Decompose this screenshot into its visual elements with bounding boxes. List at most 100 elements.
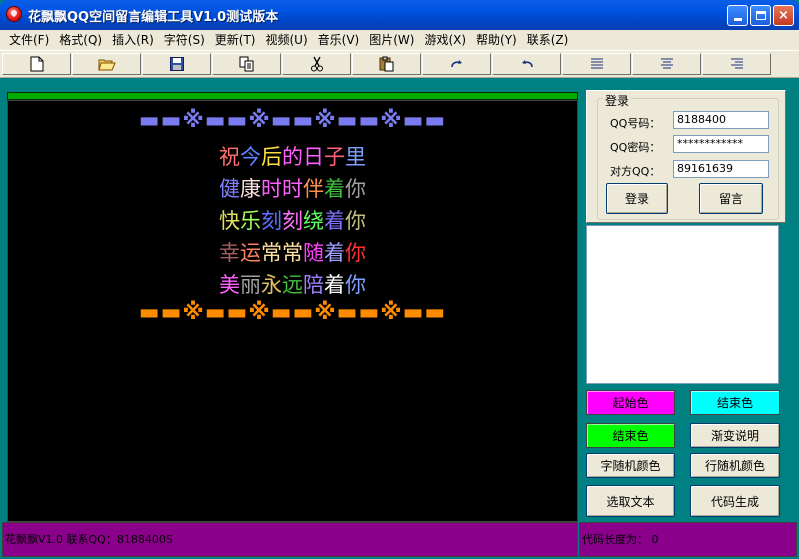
poem-char: 丽 [240,273,261,297]
minimize-icon [733,18,742,21]
poem-char: 的 [282,145,303,169]
code-length-text: 代码长度为： 0 [582,533,659,546]
line-random-color-button[interactable]: 行随机颜色 [690,453,780,478]
paste-button[interactable] [352,53,421,75]
poem-char: 伴 [303,177,324,201]
poem-line-2: 健康时时伴着你 [8,173,577,203]
new-file-button[interactable] [2,53,71,75]
qq-number-input[interactable]: 8188400 [673,111,769,129]
poem-char: 你 [345,241,366,265]
menu-chars[interactable]: 字符(S) [159,30,210,50]
char-random-color-button[interactable]: 字随机颜色 [586,453,675,478]
qq-number-label: QQ号码： [610,117,661,130]
close-icon: × [778,8,789,23]
leave-message-button[interactable]: 留言 [699,183,763,214]
menu-update[interactable]: 更新(T) [210,30,261,50]
poem-char: 随 [303,241,324,265]
redo-icon [450,60,462,68]
copy-button[interactable] [212,53,281,75]
app-icon[interactable] [6,6,22,22]
status-bar-left: 花飘飘V1.0 联系QQ：8188400S [2,522,578,557]
undo-button[interactable] [492,53,561,75]
align-right-button[interactable] [702,53,771,75]
poem-char: 康 [240,177,261,201]
poem-char: 时 [261,177,282,201]
poem-line-4: 幸运常常随着你 [8,237,577,267]
poem-char: 你 [345,273,366,297]
poem-char: 你 [345,209,366,233]
menu-bar: 文件(F) 格式(Q) 插入(R) 字符(S) 更新(T) 视频(U) 音乐(V… [0,30,799,50]
align-left-icon [590,58,603,69]
poem-char: 祝 [219,145,240,169]
menu-help[interactable]: 帮助(Y) [471,30,522,50]
menu-file[interactable]: 文件(F) [4,30,54,50]
poem-char: 常 [261,241,282,265]
close-button[interactable]: × [773,5,794,26]
menu-game[interactable]: 游戏(X) [419,30,471,50]
menu-video[interactable]: 视频(U) [260,30,312,50]
poem-char: 绕 [303,209,324,233]
toolbar [0,50,799,78]
poem-line-3: 快乐刻刻绕着你 [8,205,577,235]
align-center-button[interactable] [632,53,701,75]
window-title: 花飘飘QQ空间留言编辑工具V1.0测试版本 [28,10,279,25]
poem-char: 陪 [303,273,324,297]
maximize-button[interactable] [750,5,771,26]
end-color-cyan-button[interactable]: 结束色 [690,390,780,415]
main-area: ▬▬※▬▬※▬▬※▬▬※▬▬ 祝今后的日子里 健康时时伴着你 快乐刻刻绕着你 幸… [0,79,799,559]
generate-code-button[interactable]: 代码生成 [690,485,780,517]
align-left-button[interactable] [562,53,631,75]
poem-char: 着 [324,273,345,297]
minimize-button[interactable] [727,5,748,26]
undo-icon [521,60,533,68]
qq-password-input[interactable]: ************ [673,135,769,153]
new-file-icon [30,56,43,72]
poem-char: 今 [240,145,261,169]
poem-char: 乐 [240,209,261,233]
align-center-icon [660,58,673,69]
cut-button[interactable] [282,53,351,75]
redo-button[interactable] [422,53,491,75]
message-textarea[interactable] [586,225,779,384]
copy-icon [239,56,253,72]
poem-char: 健 [219,177,240,201]
select-text-button[interactable]: 选取文本 [586,485,675,517]
save-icon [169,57,184,71]
poem-char: 着 [324,209,345,233]
poem-char: 刻 [282,209,303,233]
login-button[interactable]: 登录 [606,183,668,214]
save-button[interactable] [142,53,211,75]
poem-char: 刻 [261,209,282,233]
open-button[interactable] [72,53,141,75]
end-color-green-button[interactable]: 结束色 [586,423,675,448]
poem-char: 快 [219,209,240,233]
menu-insert[interactable]: 插入(R) [107,30,159,50]
menu-format[interactable]: 格式(Q) [54,30,107,50]
poem-line-1: 祝今后的日子里 [8,141,577,171]
qq-password-label: QQ密码： [610,141,661,154]
title-bar[interactable]: 花飘飘QQ空间留言编辑工具V1.0测试版本 × [0,0,799,30]
poem-line-5: 美丽永远陪着你 [8,269,577,299]
menu-contact[interactable]: 联系(Z) [522,30,574,50]
poem-char: 日 [303,145,324,169]
decoration-top: ▬▬※▬▬※▬▬※▬▬※▬▬ [138,108,447,133]
preview-editor[interactable]: ▬▬※▬▬※▬▬※▬▬※▬▬ 祝今后的日子里 健康时时伴着你 快乐刻刻绕着你 幸… [7,100,578,522]
status-contact-text: 花飘飘V1.0 联系QQ：8188400S [5,533,173,546]
open-folder-icon [97,59,116,71]
poem-char: 时 [282,177,303,201]
target-qq-label: 对方QQ： [610,165,661,178]
maximize-icon [755,11,766,20]
menu-music[interactable]: 音乐(V) [313,30,365,50]
gradient-help-button[interactable]: 渐变说明 [690,423,780,448]
poem-char: 后 [261,145,282,169]
cut-icon [310,56,323,72]
login-group-title: 登录 [603,92,632,109]
menu-image[interactable]: 图片(W) [364,30,419,50]
start-color-button[interactable]: 起始色 [586,390,675,415]
target-qq-input[interactable]: 89161639 [673,160,769,178]
align-right-icon [730,58,743,69]
poem-char: 着 [324,177,345,201]
poem-char: 里 [345,145,366,169]
poem-char: 幸 [219,241,240,265]
poem-char: 着 [324,241,345,265]
